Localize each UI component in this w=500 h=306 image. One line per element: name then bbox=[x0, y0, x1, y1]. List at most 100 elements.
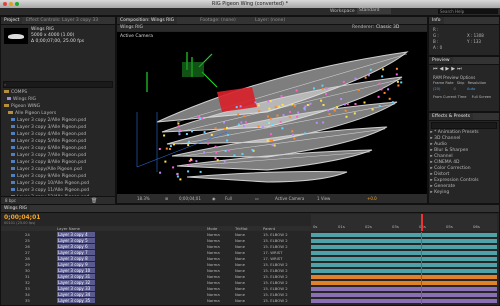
timeline-ruler[interactable]: 0s 01s 02s 03s 04s 05s 06s bbox=[311, 214, 497, 231]
col-layer-name[interactable]: Layer Name bbox=[57, 226, 80, 231]
rig-control-point[interactable] bbox=[241, 152, 244, 155]
rig-control-point[interactable] bbox=[269, 100, 272, 103]
rig-control-point[interactable] bbox=[367, 74, 370, 77]
rig-control-point[interactable] bbox=[291, 103, 294, 106]
rig-control-point[interactable] bbox=[387, 88, 390, 91]
rig-control-point[interactable] bbox=[291, 130, 294, 133]
rig-control-point[interactable] bbox=[226, 126, 228, 129]
effects-search-input[interactable] bbox=[431, 122, 497, 129]
skip-value[interactable]: 0 bbox=[454, 87, 456, 91]
rig-control-point[interactable] bbox=[321, 88, 324, 91]
rig-control-point[interactable] bbox=[266, 139, 269, 142]
layer-duration-bar[interactable] bbox=[311, 245, 497, 249]
rig-control-point[interactable] bbox=[395, 73, 398, 76]
rig-control-point[interactable] bbox=[292, 133, 294, 136]
timeline-timecode[interactable]: 0;00;04;01 bbox=[4, 214, 40, 221]
rig-control-point[interactable] bbox=[224, 149, 227, 152]
rig-control-point[interactable] bbox=[243, 125, 245, 128]
rig-control-point[interactable] bbox=[333, 109, 336, 112]
full-screen-checkbox[interactable]: Full Screen bbox=[472, 95, 492, 99]
rig-control-point[interactable] bbox=[203, 131, 206, 134]
rig-control-point[interactable] bbox=[159, 171, 162, 174]
tab-timeline-wings-rig[interactable]: Wings RIG bbox=[1, 205, 31, 212]
rig-control-point[interactable] bbox=[203, 151, 205, 154]
rig-control-point[interactable] bbox=[223, 160, 226, 163]
last-frame-icon[interactable]: ⏭ bbox=[457, 66, 464, 72]
list-item[interactable]: Layer 3 copy 3/Alle Pigeon.psd bbox=[1, 125, 115, 131]
rig-control-point[interactable] bbox=[364, 76, 367, 79]
rig-control-point[interactable] bbox=[304, 105, 307, 108]
rig-control-point[interactable] bbox=[199, 117, 202, 120]
rig-control-point[interactable] bbox=[216, 159, 219, 162]
grid-icon[interactable]: ⊞ bbox=[165, 196, 168, 201]
rig-control-point[interactable] bbox=[269, 117, 272, 120]
rig-control-point[interactable] bbox=[254, 101, 257, 104]
rig-control-point[interactable] bbox=[315, 121, 318, 124]
rig-control-point[interactable] bbox=[188, 163, 191, 166]
rig-control-point[interactable] bbox=[296, 115, 299, 118]
layer-duration-bar[interactable] bbox=[311, 251, 497, 255]
rig-control-point[interactable] bbox=[320, 99, 323, 102]
rig-control-point[interactable] bbox=[391, 101, 394, 104]
rig-control-point[interactable] bbox=[185, 133, 188, 135]
rig-control-point[interactable] bbox=[173, 143, 175, 146]
layer-duration-bar[interactable] bbox=[311, 293, 497, 297]
layer-duration-bar[interactable] bbox=[311, 275, 497, 279]
col-parent[interactable]: Parent bbox=[263, 226, 275, 231]
rig-control-point[interactable] bbox=[226, 139, 229, 142]
list-item[interactable]: Layer 3 copy 5/Alle Pigeon.psd bbox=[1, 139, 115, 145]
layer-duration-bar[interactable] bbox=[311, 239, 497, 243]
rig-control-point[interactable] bbox=[188, 140, 190, 143]
rig-control-point[interactable] bbox=[281, 127, 284, 130]
rig-control-point[interactable] bbox=[325, 93, 327, 95]
list-item[interactable]: Layer 3 copy 6/Alle Pigeon.psd bbox=[1, 146, 115, 152]
rig-control-point[interactable] bbox=[276, 114, 279, 117]
rig-control-point[interactable] bbox=[306, 104, 309, 106]
rig-control-point[interactable] bbox=[215, 151, 218, 154]
rig-control-point[interactable] bbox=[190, 158, 192, 161]
rig-control-point[interactable] bbox=[345, 115, 348, 118]
rig-control-point[interactable] bbox=[198, 115, 201, 118]
rig-control-point[interactable] bbox=[214, 145, 217, 148]
comp-subtab[interactable]: Wings RIG bbox=[120, 25, 143, 31]
rig-control-point[interactable] bbox=[214, 156, 217, 159]
comp-timecode[interactable]: 0;00;04;01 bbox=[179, 196, 201, 201]
list-item[interactable]: Layer 3 copy 10/Alle Pigeon.psd bbox=[1, 181, 115, 187]
rig-control-point[interactable] bbox=[235, 106, 238, 109]
rig-control-point[interactable] bbox=[388, 97, 391, 100]
rig-control-point[interactable] bbox=[381, 75, 384, 78]
rig-control-point[interactable] bbox=[321, 84, 324, 87]
zoom-window-button[interactable] bbox=[15, 2, 19, 6]
rig-control-point[interactable] bbox=[261, 126, 264, 129]
rig-control-point[interactable] bbox=[195, 160, 198, 163]
rig-control-point[interactable] bbox=[240, 121, 243, 124]
rig-control-point[interactable] bbox=[258, 110, 261, 113]
rig-control-point[interactable] bbox=[340, 98, 343, 100]
close-window-button[interactable] bbox=[3, 2, 7, 6]
rig-control-point[interactable] bbox=[378, 105, 381, 107]
rig-control-point[interactable] bbox=[271, 144, 274, 147]
rig-control-point[interactable] bbox=[273, 144, 276, 147]
rig-control-point[interactable] bbox=[266, 121, 269, 124]
layer-duration-bar[interactable] bbox=[311, 263, 497, 267]
rig-control-point[interactable] bbox=[400, 81, 403, 84]
composition-viewer[interactable]: Active Camera bbox=[117, 32, 427, 194]
rig-control-point[interactable] bbox=[207, 142, 209, 145]
tab-project[interactable]: Project bbox=[1, 17, 23, 24]
rig-control-point[interactable] bbox=[377, 95, 380, 98]
rig-control-point[interactable] bbox=[280, 95, 283, 97]
rig-control-point[interactable] bbox=[178, 129, 181, 132]
list-item[interactable]: Layer 3 copy/Alle Pigeon.psd bbox=[1, 167, 115, 173]
rig-control-point[interactable] bbox=[382, 68, 385, 71]
tab-composition[interactable]: Composition: Wings RIG bbox=[117, 17, 178, 24]
frame-rate-value[interactable]: (25) bbox=[433, 87, 440, 91]
effect-category[interactable]: ▸ Keying bbox=[429, 190, 449, 196]
renderer-value[interactable]: Classic 3D bbox=[376, 25, 399, 31]
zoom-level[interactable]: 18.3% bbox=[137, 196, 150, 201]
rig-control-point[interactable] bbox=[369, 68, 372, 71]
rig-control-point[interactable] bbox=[210, 133, 213, 136]
rig-control-point[interactable] bbox=[187, 144, 190, 147]
rig-control-point[interactable] bbox=[346, 103, 349, 106]
rig-control-point[interactable] bbox=[164, 160, 167, 163]
rig-control-point[interactable] bbox=[289, 110, 291, 113]
